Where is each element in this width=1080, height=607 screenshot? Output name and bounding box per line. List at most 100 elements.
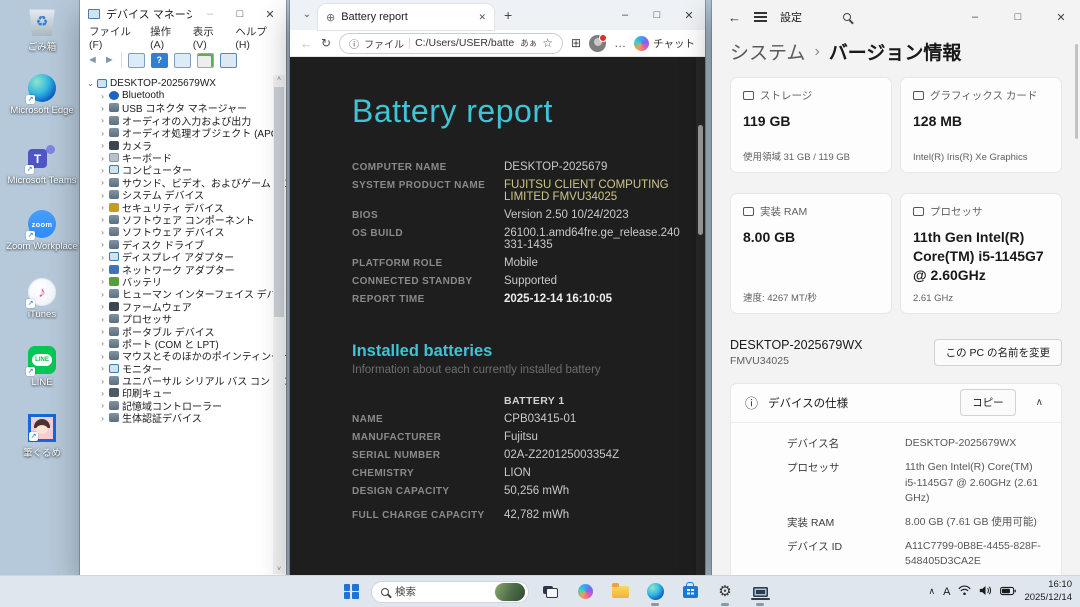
chevron-right-icon[interactable]: › bbox=[97, 326, 108, 336]
device-manager-scrollbar[interactable]: ˄ ˅ bbox=[273, 75, 285, 574]
desktop-icon[interactable]: LINE bbox=[8, 346, 76, 408]
device-tree-item[interactable]: › ネットワーク アダプター bbox=[85, 263, 284, 275]
close-button[interactable]: ✕ bbox=[1046, 11, 1076, 24]
menu-item[interactable]: 表示(V) bbox=[193, 24, 225, 51]
back-icon[interactable]: ← bbox=[300, 36, 313, 51]
chevron-right-icon[interactable]: › bbox=[97, 276, 108, 286]
immersive-reader-icon[interactable]: あぁ bbox=[520, 37, 537, 49]
chevron-right-icon[interactable]: › bbox=[97, 301, 108, 311]
chevron-right-icon[interactable]: › bbox=[97, 103, 108, 113]
settings-scrollbar[interactable] bbox=[1075, 44, 1078, 139]
taskbar-clock[interactable]: 16:10 2025/12/14 bbox=[1024, 579, 1072, 604]
info-icon[interactable]: ⓘ bbox=[349, 36, 359, 51]
chevron-right-icon[interactable]: › bbox=[97, 252, 108, 262]
address-path[interactable]: C:/Users/USER/battery-re... bbox=[415, 37, 515, 49]
refresh-icon[interactable]: ↻ bbox=[321, 36, 331, 50]
chevron-right-icon[interactable]: › bbox=[97, 289, 108, 299]
settings-button[interactable]: ⚙ bbox=[711, 577, 739, 607]
profile-avatar[interactable] bbox=[589, 35, 606, 52]
device-tree-item[interactable]: › ユニバーサル シリアル バス コントローラー bbox=[85, 374, 284, 386]
back-icon[interactable]: ← bbox=[728, 10, 741, 25]
search-highlight-image[interactable] bbox=[495, 583, 525, 601]
desktop-icon[interactable]: Zoom Workplace bbox=[8, 210, 76, 272]
device-tree-root[interactable]: ⌄ DESKTOP-2025679WX bbox=[85, 77, 284, 89]
battery-icon[interactable] bbox=[1000, 583, 1016, 601]
address-bar[interactable]: ⓘ ファイル C:/Users/USER/battery-re... あぁ ☆ bbox=[339, 33, 563, 54]
chevron-right-icon[interactable]: › bbox=[97, 338, 108, 348]
browser-tab[interactable]: ⊕ Battery report ✕ bbox=[318, 4, 494, 30]
chevron-right-icon[interactable]: › bbox=[97, 388, 108, 398]
task-view-button[interactable] bbox=[536, 577, 564, 607]
close-button[interactable]: ✕ bbox=[258, 8, 282, 21]
desktop-icon[interactable]: Microsoft Teams bbox=[8, 142, 76, 204]
wifi-icon[interactable] bbox=[958, 583, 971, 601]
ime-indicator[interactable]: A bbox=[943, 586, 950, 598]
minimize-button[interactable]: – bbox=[198, 8, 222, 20]
desktop-icon[interactable]: Microsoft Edge bbox=[8, 74, 76, 136]
device-list-icon[interactable] bbox=[174, 53, 191, 68]
chevron-right-icon[interactable]: › bbox=[97, 177, 108, 187]
breadcrumb-system[interactable]: システム bbox=[730, 38, 805, 65]
chevron-right-icon[interactable]: › bbox=[97, 239, 108, 249]
file-explorer-button[interactable] bbox=[606, 577, 634, 607]
copilot-button[interactable] bbox=[571, 577, 599, 607]
maximize-button[interactable]: □ bbox=[641, 9, 673, 21]
chevron-right-icon[interactable]: › bbox=[97, 165, 108, 175]
desktop-icon[interactable]: 筆ぐるめ bbox=[8, 414, 76, 476]
chevron-right-icon[interactable]: › bbox=[97, 153, 108, 163]
update-driver-icon[interactable] bbox=[220, 53, 237, 68]
taskbar-search[interactable]: 検索 bbox=[371, 581, 529, 603]
device-view-icon[interactable] bbox=[128, 53, 145, 68]
device-tree-item[interactable]: › カメラ bbox=[85, 139, 284, 151]
help-icon[interactable]: ? bbox=[151, 53, 168, 68]
scroll-down-icon[interactable]: ˅ bbox=[273, 566, 285, 573]
more-menu-icon[interactable]: … bbox=[614, 36, 626, 50]
search-icon[interactable] bbox=[843, 13, 851, 21]
device-tree-item[interactable]: › 生体認証デバイス bbox=[85, 412, 284, 424]
device-tree-item[interactable]: › マウスとそのほかのポインティング デバイス bbox=[85, 350, 284, 362]
device-tree-item[interactable]: › ファームウェア bbox=[85, 300, 284, 312]
collections-icon[interactable]: ⊞ bbox=[571, 36, 581, 50]
tab-close-icon[interactable]: ✕ bbox=[478, 12, 486, 23]
chevron-right-icon[interactable]: › bbox=[97, 128, 108, 138]
desktop-icon[interactable]: iTunes bbox=[8, 278, 76, 340]
menu-item[interactable]: ファイル(F) bbox=[89, 24, 139, 51]
desktop-icon[interactable]: ごみ箱 bbox=[8, 6, 76, 68]
chevron-right-icon[interactable]: › bbox=[97, 190, 108, 200]
forward-icon[interactable]: ► bbox=[104, 54, 115, 66]
chevron-right-icon[interactable]: › bbox=[97, 227, 108, 237]
hamburger-menu-icon[interactable] bbox=[754, 16, 767, 18]
copilot-chat-button[interactable]: チャット bbox=[634, 36, 695, 51]
scrollbar-thumb[interactable] bbox=[698, 125, 703, 235]
chevron-right-icon[interactable]: › bbox=[97, 363, 108, 373]
chevron-right-icon[interactable]: › bbox=[97, 91, 108, 101]
chevron-right-icon[interactable]: › bbox=[97, 115, 108, 125]
chevron-down-icon[interactable]: ⌄ bbox=[85, 78, 96, 89]
scan-hardware-icon[interactable] bbox=[197, 53, 214, 68]
start-button[interactable] bbox=[338, 579, 364, 605]
chevron-right-icon[interactable]: › bbox=[97, 264, 108, 274]
chevron-right-icon[interactable]: › bbox=[97, 376, 108, 386]
rename-pc-button[interactable]: この PC の名前を変更 bbox=[934, 339, 1062, 366]
close-button[interactable]: ✕ bbox=[673, 9, 705, 22]
menu-item[interactable]: 操作(A) bbox=[150, 24, 182, 51]
device-tree-item[interactable]: › オーディオ処理オブジェクト (APO) bbox=[85, 127, 284, 139]
back-icon[interactable]: ◄ bbox=[87, 54, 98, 66]
edge-button[interactable] bbox=[641, 577, 669, 607]
tab-search-dropdown-icon[interactable]: ⌄ bbox=[296, 5, 318, 25]
hidden-icons-chevron[interactable]: ∧ bbox=[929, 586, 936, 597]
scroll-up-icon[interactable]: ˄ bbox=[273, 76, 285, 83]
settings-header[interactable]: ← 設定 – □ ✕ bbox=[712, 0, 1080, 30]
minimize-button[interactable]: – bbox=[960, 11, 990, 23]
device-manager-button[interactable] bbox=[746, 577, 774, 607]
volume-icon[interactable] bbox=[979, 583, 992, 601]
maximize-button[interactable]: □ bbox=[228, 8, 252, 20]
maximize-button[interactable]: □ bbox=[1003, 11, 1033, 23]
scrollbar-thumb[interactable] bbox=[274, 87, 284, 317]
chevron-right-icon[interactable]: › bbox=[97, 214, 108, 224]
browser-scrollbar[interactable] bbox=[696, 57, 705, 575]
menu-item[interactable]: ヘルプ(H) bbox=[235, 24, 277, 51]
chevron-right-icon[interactable]: › bbox=[97, 400, 108, 410]
chevron-right-icon[interactable]: › bbox=[97, 314, 108, 324]
favorite-star-icon[interactable]: ☆ bbox=[542, 36, 553, 50]
